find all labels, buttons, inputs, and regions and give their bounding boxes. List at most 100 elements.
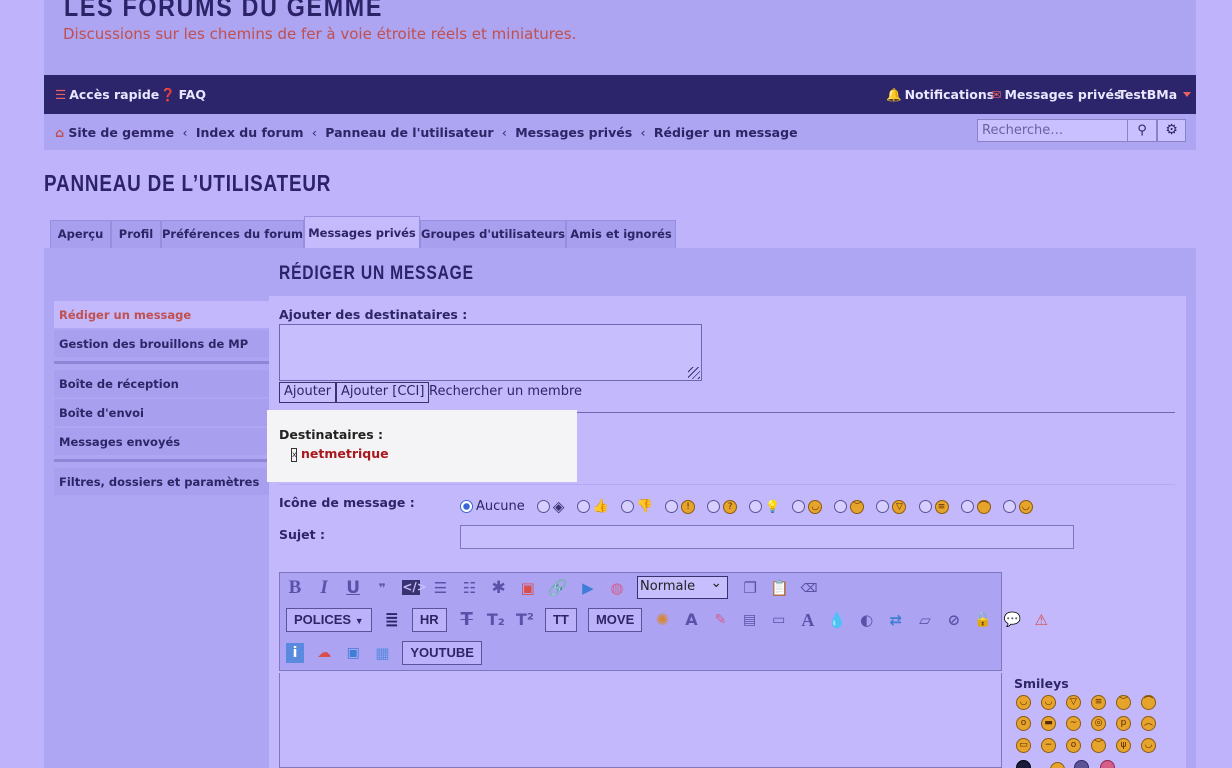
smiley-icon[interactable]: ψ bbox=[1116, 738, 1131, 753]
breadcrumb-item[interactable]: Messages privés bbox=[515, 125, 632, 140]
smiley-icon[interactable] bbox=[1074, 760, 1089, 768]
find-member-link[interactable]: Rechercher un membre bbox=[429, 384, 582, 399]
radio-icon[interactable] bbox=[876, 500, 890, 513]
icon-option-arrow[interactable]: ◈ bbox=[536, 496, 564, 515]
soundcloud-icon[interactable]: ☁ bbox=[315, 642, 333, 664]
smiley-icon[interactable]: ~ bbox=[1066, 716, 1081, 731]
font-size-select[interactable]: Normale bbox=[637, 575, 729, 599]
italic-icon[interactable]: I bbox=[315, 577, 333, 599]
warning-icon[interactable]: ⚠ bbox=[1032, 609, 1050, 631]
code-icon[interactable]: </> bbox=[402, 580, 427, 595]
radio-icon[interactable] bbox=[792, 500, 806, 513]
smiley-icon[interactable]: ◎ bbox=[1091, 716, 1106, 731]
drop-icon[interactable]: 💧 bbox=[828, 609, 847, 631]
info-icon[interactable]: i bbox=[286, 643, 304, 663]
radio-icon[interactable] bbox=[918, 500, 932, 513]
breadcrumb-item[interactable]: Panneau de l'utilisateur bbox=[325, 125, 493, 140]
smiley-icon[interactable]: − bbox=[1041, 738, 1056, 753]
smiley-icon[interactable]: ◡ bbox=[1141, 738, 1156, 753]
smiley-icon[interactable] bbox=[1100, 760, 1115, 768]
clear-format-icon[interactable]: ⌫ bbox=[800, 577, 818, 599]
font-style-icon[interactable]: A bbox=[799, 609, 817, 631]
move-button[interactable]: MOVE bbox=[587, 608, 643, 632]
radio-icon[interactable] bbox=[536, 499, 550, 513]
subscript-icon[interactable]: T₂ bbox=[487, 609, 505, 631]
radio-icon[interactable] bbox=[620, 500, 634, 513]
smiley-icon[interactable]: p bbox=[1116, 716, 1131, 731]
color-picker-icon[interactable]: ◍ bbox=[608, 577, 626, 599]
icon-option-exclamation[interactable]: ! bbox=[665, 496, 696, 515]
lock-icon[interactable]: 🔒 bbox=[974, 609, 992, 631]
superscript-icon[interactable]: T² bbox=[516, 609, 534, 631]
smiley-icon[interactable]: ▭ bbox=[1016, 738, 1031, 753]
private-messages-link[interactable]: ✉ Messages privés bbox=[991, 87, 1121, 102]
radio-icon[interactable] bbox=[707, 500, 721, 513]
message-textarea[interactable] bbox=[279, 673, 1002, 768]
home-icon[interactable]: ⌂ bbox=[55, 125, 64, 140]
sidebar-item-drafts[interactable]: Gestion des brouillons de MP bbox=[54, 330, 269, 357]
youtube-button[interactable]: YOUTUBE bbox=[402, 641, 482, 665]
grid-icon[interactable]: ▦ bbox=[373, 642, 391, 664]
smiley-icon[interactable]: ≡ bbox=[1091, 695, 1106, 710]
icon-option-idea[interactable]: 💡 bbox=[749, 496, 780, 515]
subject-input[interactable] bbox=[460, 525, 1074, 549]
radio-checked-icon[interactable] bbox=[460, 500, 473, 513]
smiley-icon[interactable]: ◡ bbox=[1016, 695, 1031, 710]
radio-icon[interactable] bbox=[576, 500, 590, 513]
smiley-icon[interactable]: ⌒ bbox=[1141, 695, 1156, 710]
paste-icon[interactable]: 📋 bbox=[770, 577, 789, 599]
quick-access-menu[interactable]: ☰ Accès rapide bbox=[55, 87, 159, 102]
hidden-icon[interactable]: ⊘ bbox=[945, 609, 963, 631]
smiley-icon[interactable]: ︶ bbox=[1091, 738, 1106, 753]
sidebar-item-compose[interactable]: Rédiger un message bbox=[54, 301, 269, 328]
smiley-icon[interactable] bbox=[1016, 760, 1031, 768]
sidebar-item-filters[interactable]: Filtres, dossiers et paramètres bbox=[54, 468, 269, 495]
icon-option-thumbs-up[interactable]: 👍 bbox=[576, 496, 609, 515]
smiley-icon[interactable]: o bbox=[1066, 738, 1081, 753]
bulleted-list-icon[interactable]: ☰ bbox=[431, 577, 449, 599]
tab-groupes[interactable]: Groupes d'utilisateurs bbox=[420, 220, 566, 248]
fonts-button[interactable]: POLICES ▼ bbox=[286, 608, 372, 632]
tab-apercu[interactable]: Aperçu bbox=[50, 220, 111, 248]
sidebar-item-sent[interactable]: Messages envoyés bbox=[54, 428, 269, 455]
sidebar-item-outbox[interactable]: Boîte d'envoi bbox=[54, 399, 269, 426]
smiley-icon[interactable]: ◡ bbox=[1041, 695, 1056, 710]
search-button[interactable]: ⚲ bbox=[1128, 119, 1157, 142]
breadcrumb-item[interactable]: Site de gemme bbox=[68, 125, 174, 140]
media-icon[interactable]: ▶ bbox=[579, 577, 597, 599]
icon-option-smile[interactable]: ◡ bbox=[792, 496, 823, 515]
icon-option-mad[interactable]: ︶ bbox=[834, 496, 865, 515]
justify-icon[interactable]: ≣ bbox=[383, 609, 401, 631]
advanced-search-button[interactable]: ⚙ bbox=[1157, 119, 1186, 142]
radio-icon[interactable] bbox=[749, 500, 763, 513]
spoiler-icon[interactable]: ▭ bbox=[770, 609, 788, 631]
icon-option-thumbs-down[interactable]: 👎 bbox=[620, 496, 653, 515]
tab-preferences[interactable]: Préférences du forum bbox=[161, 220, 304, 248]
search-input[interactable]: Recherche… bbox=[977, 119, 1128, 142]
bold-icon[interactable]: B bbox=[286, 577, 304, 599]
scroll-icon[interactable]: ▱ bbox=[916, 609, 934, 631]
table-icon[interactable]: ▤ bbox=[741, 609, 759, 631]
add-bcc-button[interactable]: Ajouter [CCI] bbox=[336, 382, 430, 403]
smiley-icon[interactable]: ▽ bbox=[1066, 695, 1081, 710]
icon-option-grin[interactable]: ≡ bbox=[918, 496, 949, 515]
underline-icon[interactable]: U bbox=[344, 577, 362, 599]
numbered-list-icon[interactable]: ☷ bbox=[461, 577, 479, 599]
copy-icon[interactable]: ❐ bbox=[741, 577, 759, 599]
radio-icon[interactable] bbox=[1002, 500, 1016, 513]
highlight-icon[interactable]: ✎ bbox=[712, 609, 730, 631]
radio-icon[interactable] bbox=[665, 500, 679, 513]
quote-icon[interactable]: ❞ bbox=[373, 577, 391, 599]
remove-recipient-button[interactable]: x bbox=[291, 448, 297, 462]
add-button[interactable]: Ajouter bbox=[279, 382, 337, 403]
notifications-link[interactable]: 🔔 Notifications bbox=[886, 87, 994, 103]
sidebar-item-inbox[interactable]: Boîte de réception bbox=[54, 370, 269, 397]
icon-option-sad[interactable]: ⌒ bbox=[960, 496, 991, 515]
glow-icon[interactable]: ✺ bbox=[653, 609, 671, 631]
icon-option-wink[interactable]: ◡ bbox=[1002, 496, 1033, 515]
speech-bubble-icon[interactable]: 💬 bbox=[1003, 609, 1021, 631]
tab-messages-prives[interactable]: Messages privés bbox=[304, 216, 420, 248]
swap-icon[interactable]: ⇄ bbox=[887, 609, 905, 631]
smiley-icon[interactable]: o bbox=[1016, 716, 1031, 731]
recipient-name[interactable]: netmetrique bbox=[301, 446, 389, 461]
